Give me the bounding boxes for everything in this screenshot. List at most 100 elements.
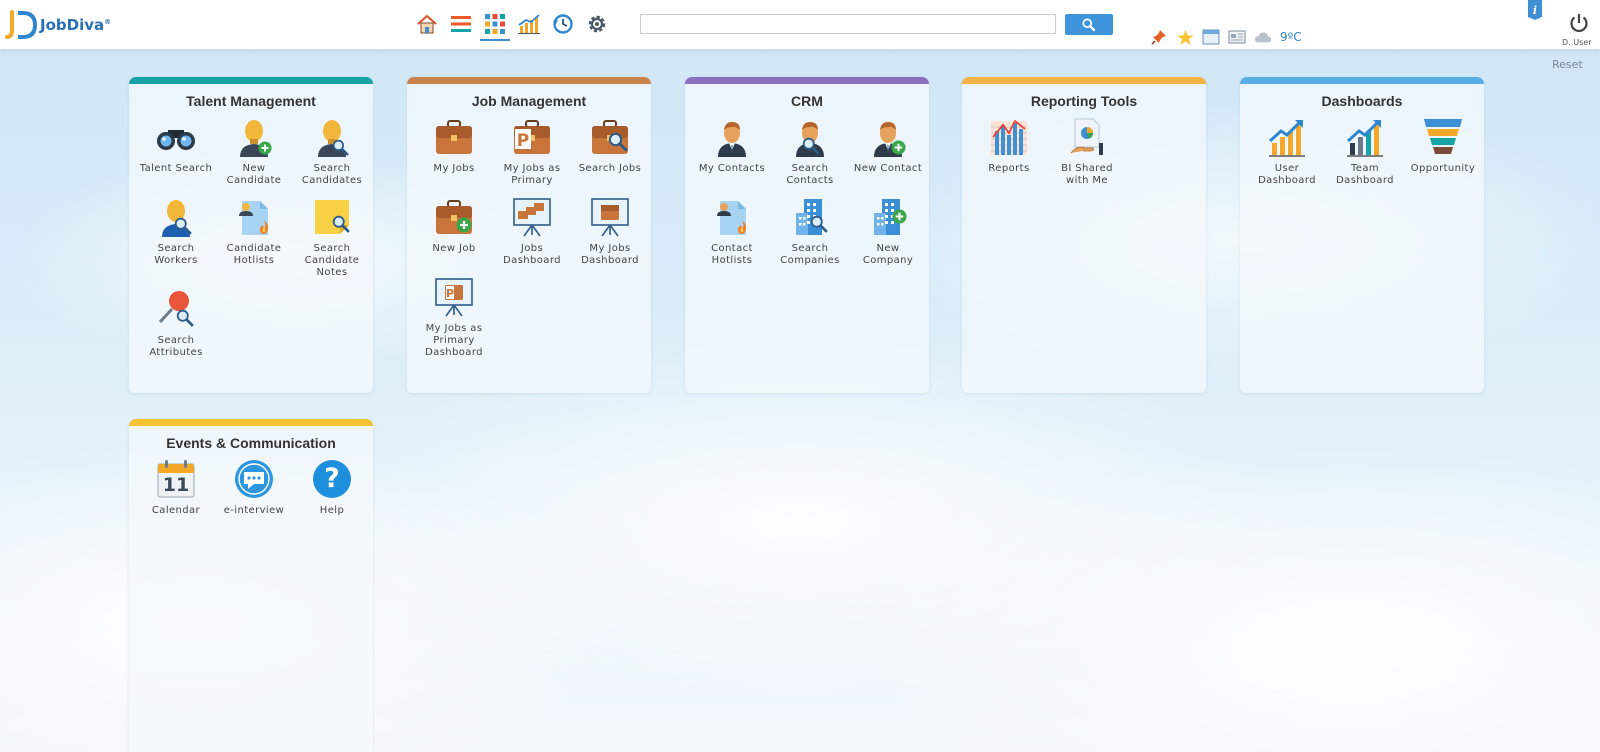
tile-label: My Jobs Dashboard [581, 243, 639, 266]
chart-icon[interactable] [518, 12, 540, 36]
panel-title: Dashboards [1321, 93, 1403, 109]
tile-search-contacts[interactable]: Search Contacts [771, 117, 849, 187]
jobdiva-logo[interactable]: JobDiva® [4, 10, 111, 40]
panel-accent-bar [962, 77, 1206, 84]
tile-jobs-dashboard[interactable]: Jobs Dashboard [493, 197, 571, 267]
tile-team-dashboard[interactable]: Team Dashboard [1326, 117, 1404, 187]
search-attributes-icon [156, 289, 196, 329]
grid-icon[interactable] [480, 12, 510, 41]
search-notes-icon [312, 197, 352, 237]
search-jobs-icon [590, 117, 630, 157]
tile-label: My Jobs as Primary [503, 163, 561, 186]
tile-label: My Contacts [698, 163, 766, 174]
tile-label: Help [319, 505, 345, 516]
new-company-icon [868, 197, 908, 237]
tile-label: Search Candidate Notes [304, 243, 360, 278]
calendar-icon: 11 [156, 459, 196, 499]
gear-icon[interactable] [586, 12, 608, 36]
new-contact-icon [868, 117, 908, 157]
logo-text: JobDiva® [40, 16, 112, 34]
tile-search-candidates[interactable]: Search Candidates [293, 117, 371, 187]
home-icon[interactable] [416, 12, 438, 36]
tile-bi-shared[interactable]: BI Shared with Me [1048, 117, 1126, 187]
primary-dashboard-icon: P [434, 277, 474, 317]
tile-search-companies[interactable]: Search Companies [771, 197, 849, 267]
search-workers-icon [156, 197, 196, 237]
tile-contact-hotlists[interactable]: Contact Hotlists [693, 197, 771, 267]
panel-reporting-tools: Reporting Tools Reports BI Shared with M… [962, 77, 1206, 393]
reset-link[interactable]: Reset [1552, 58, 1583, 71]
tile-my-jobs-as-primary[interactable]: P My Jobs as Primary [493, 117, 571, 187]
power-icon[interactable] [1568, 12, 1590, 34]
panel-crm: CRM My Contacts Search Contacts New Cont… [685, 77, 929, 393]
tile-talent-search[interactable]: Talent Search [137, 117, 215, 187]
tile-label: Search Candidates [301, 163, 363, 186]
pin-icon[interactable] [1150, 28, 1168, 46]
tile-new-candidate[interactable]: New Candidate [215, 117, 293, 187]
main-nav [416, 12, 608, 41]
tile-reports[interactable]: Reports [970, 117, 1048, 187]
tile-label: BI Shared with Me [1061, 163, 1113, 186]
tile-label: New Candidate [226, 163, 282, 186]
news-icon[interactable] [1228, 28, 1246, 46]
tile-my-jobs[interactable]: My Jobs [415, 117, 493, 187]
contact-hotlists-icon [712, 197, 752, 237]
tile-label: Search Jobs [578, 163, 642, 174]
search-button[interactable] [1065, 14, 1113, 35]
tile-label: Team Dashboard [1336, 163, 1394, 186]
tile-help[interactable]: ? Help [293, 459, 371, 517]
tile-user-dashboard[interactable]: User Dashboard [1248, 117, 1326, 187]
panel-job-management: Job Management My Jobs P My Jobs as Prim… [407, 77, 651, 393]
tile-new-contact[interactable]: New Contact [849, 117, 927, 187]
tile-new-company[interactable]: New Company [849, 197, 927, 267]
tile-label: Jobs Dashboard [503, 243, 561, 266]
tile-candidate-hotlists[interactable]: Candidate Hotlists [215, 197, 293, 279]
tile-my-jobs-as-primary-dashboard[interactable]: P My Jobs as Primary Dashboard [415, 277, 493, 359]
svg-text:P: P [517, 131, 529, 151]
tile-e-interview[interactable]: e-interview [215, 459, 293, 517]
cloud-icon [1254, 28, 1272, 46]
clock-icon[interactable] [552, 12, 574, 36]
calendar-window-icon[interactable] [1202, 28, 1220, 46]
tile-search-attributes[interactable]: Search Attributes [137, 289, 215, 359]
tile-search-jobs[interactable]: Search Jobs [571, 117, 649, 187]
tile-label: Talent Search [139, 163, 213, 174]
panel-title: CRM [791, 93, 823, 109]
bi-shared-icon [1067, 117, 1107, 157]
tile-calendar[interactable]: 11 Calendar [137, 459, 215, 517]
tile-my-contacts[interactable]: My Contacts [693, 117, 771, 187]
tile-label: My Jobs [433, 163, 475, 174]
panel-talent-management: Talent Management Talent Search New Cand… [129, 77, 373, 393]
new-job-icon [434, 197, 474, 237]
tile-label: New Job [432, 243, 476, 254]
panel-accent-bar [407, 77, 651, 84]
tile-my-jobs-dashboard[interactable]: My Jobs Dashboard [571, 197, 649, 267]
tile-opportunity[interactable]: Opportunity [1404, 117, 1482, 187]
contact-icon [712, 117, 752, 157]
tile-label: Candidate Hotlists [226, 243, 282, 266]
panel-accent-bar [685, 77, 929, 84]
tile-search-candidate-notes[interactable]: Search Candidate Notes [293, 197, 371, 279]
info-icon[interactable]: i [1528, 0, 1542, 20]
tile-label: New Contact [853, 163, 923, 174]
tile-label: Search Workers [154, 243, 198, 266]
candidate-hotlists-icon [234, 197, 274, 237]
tile-search-workers[interactable]: Search Workers [137, 197, 215, 279]
tile-new-job[interactable]: New Job [415, 197, 493, 267]
star-icon[interactable] [1176, 28, 1194, 46]
top-bar: JobDiva® 9ºC i D. User [0, 0, 1600, 50]
weather-temperature: 9ºC [1280, 30, 1302, 44]
search-input[interactable] [640, 14, 1056, 34]
team-dashboard-icon [1345, 117, 1385, 157]
list-icon[interactable] [450, 12, 472, 36]
search-candidates-icon [312, 117, 352, 157]
user-name: D. User [1562, 38, 1592, 47]
jobs-dashboard-icon [512, 197, 552, 237]
logo-mark-icon [4, 10, 38, 40]
user-dashboard-icon [1267, 117, 1307, 157]
new-candidate-icon [234, 117, 274, 157]
tile-label: New Company [862, 243, 914, 266]
svg-text:i: i [1533, 4, 1537, 17]
briefcase-icon [434, 117, 474, 157]
help-glyph: ? [324, 463, 340, 494]
